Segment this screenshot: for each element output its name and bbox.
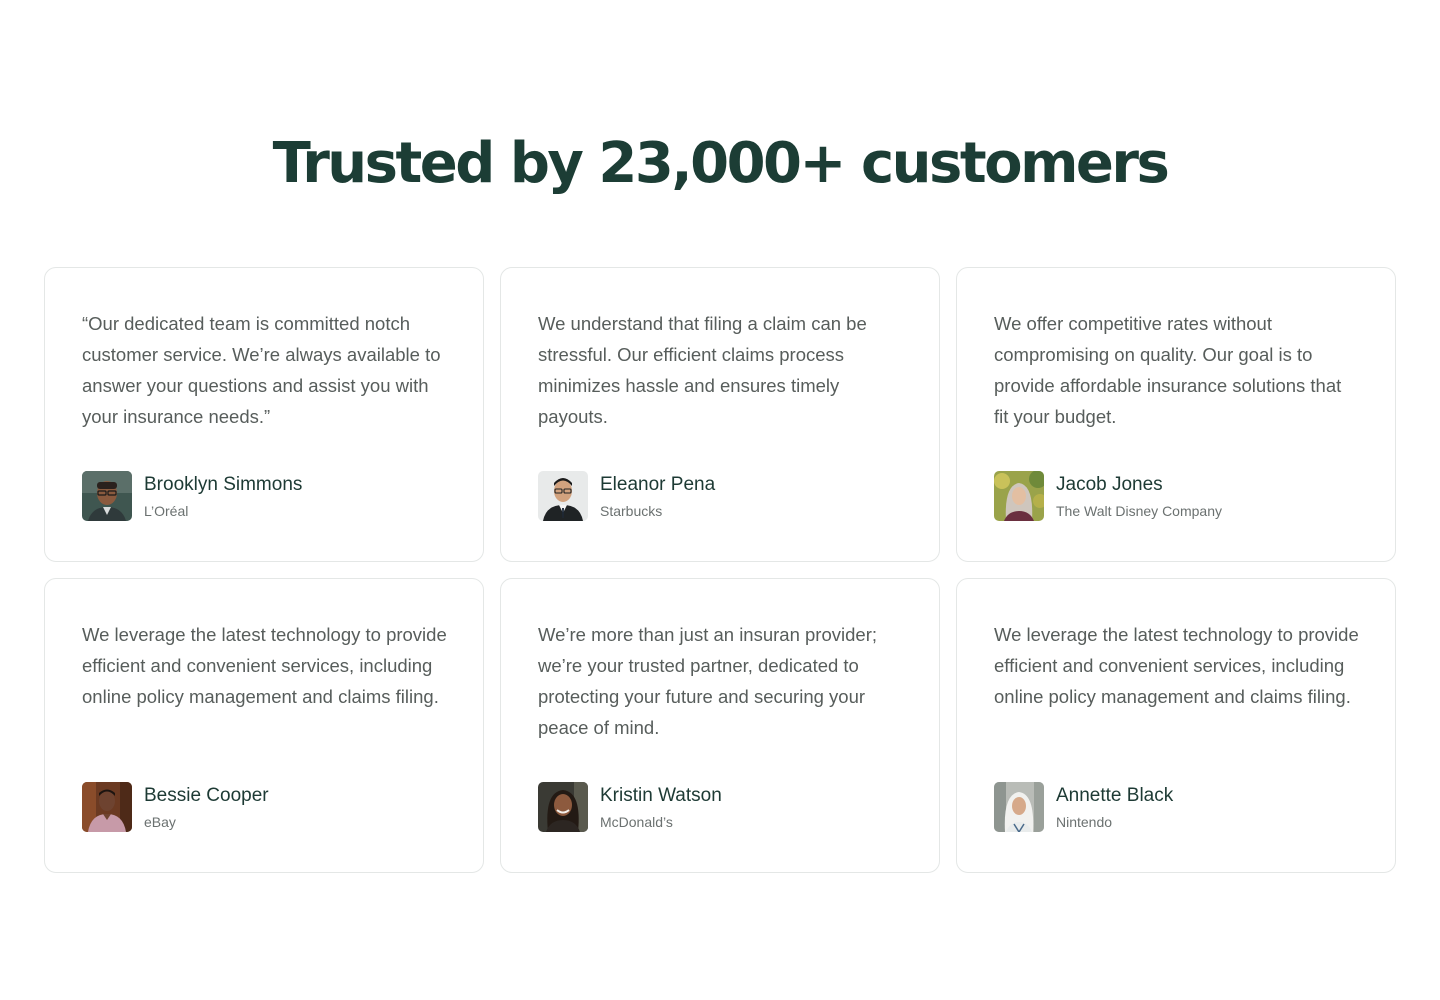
testimonial-quote: We offer competitive rates without compr… xyxy=(994,313,1342,427)
testimonial-card: We leverage the latest technology to pro… xyxy=(44,578,484,873)
author-name: Bessie Cooper xyxy=(144,784,269,806)
avatar xyxy=(538,471,588,521)
avatar xyxy=(82,471,132,521)
avatar-photo-icon xyxy=(994,471,1044,521)
author-company: eBay xyxy=(144,813,176,830)
testimonial-author: Annette Black Nintendo xyxy=(994,782,1173,832)
avatar-photo-icon xyxy=(82,471,132,521)
testimonial-author: Bessie Cooper eBay xyxy=(82,782,269,832)
testimonial-quote: We understand that filing a claim can be… xyxy=(538,313,867,427)
avatar xyxy=(82,782,132,832)
author-name: Jacob Jones xyxy=(1056,473,1163,495)
author-name: Brooklyn Simmons xyxy=(144,473,303,495)
testimonial-quote: We’re more than just an insuran provider… xyxy=(538,624,877,738)
testimonial-author: Eleanor Pena Starbucks xyxy=(538,471,715,521)
testimonial-card: We leverage the latest technology to pro… xyxy=(956,578,1396,873)
avatar-photo-icon xyxy=(538,782,588,832)
author-company: Nintendo xyxy=(1056,813,1113,830)
avatar-photo-icon xyxy=(82,782,132,832)
testimonial-quote: “Our dedicated team is committed notch c… xyxy=(82,313,441,427)
avatar xyxy=(538,782,588,832)
author-name: Eleanor Pena xyxy=(600,473,716,495)
testimonial-author: Jacob Jones The Walt Disney Company xyxy=(994,471,1222,521)
author-company: The Walt Disney Company xyxy=(1056,502,1222,519)
avatar xyxy=(994,782,1044,832)
avatar-photo-icon xyxy=(538,471,588,521)
testimonial-author: Kristin Watson McDonald’s xyxy=(538,782,722,832)
testimonial-card: We offer competitive rates without compr… xyxy=(956,267,1396,562)
section-title: Trusted by 23,000+ customers xyxy=(272,131,1170,196)
testimonial-grid: “Our dedicated team is committed notch c… xyxy=(44,267,1396,873)
testimonial-quote: We leverage the latest technology to pro… xyxy=(994,624,1359,707)
avatar xyxy=(994,471,1044,521)
testimonial-card: We understand that filing a claim can be… xyxy=(500,267,940,562)
author-name: Annette Black xyxy=(1056,784,1174,806)
author-company: L’Oréal xyxy=(144,502,189,519)
testimonial-card: We’re more than just an insuran provider… xyxy=(500,578,940,873)
avatar-photo-icon xyxy=(994,782,1044,832)
author-name: Kristin Watson xyxy=(600,784,722,806)
testimonial-card: “Our dedicated team is committed notch c… xyxy=(44,267,484,562)
testimonial-quote: We leverage the latest technology to pro… xyxy=(82,624,447,707)
author-company: Starbucks xyxy=(600,502,663,519)
testimonial-author: Brooklyn Simmons L’Oréal xyxy=(82,471,302,521)
author-company: McDonald’s xyxy=(600,813,673,830)
